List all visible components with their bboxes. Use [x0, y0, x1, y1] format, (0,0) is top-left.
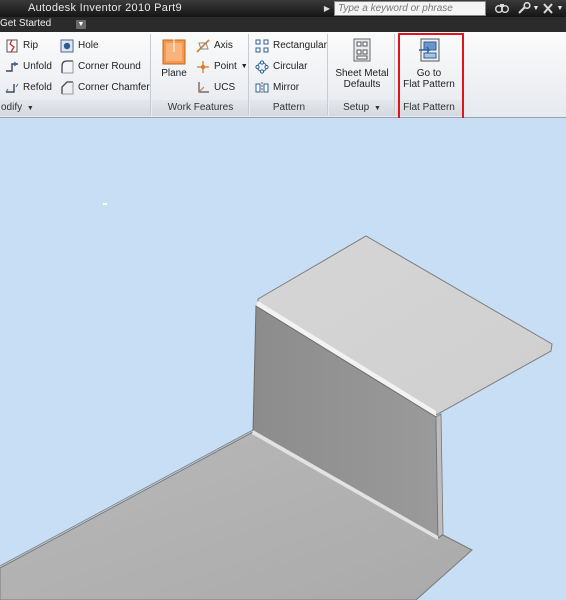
unfold-button[interactable]: Unfold	[5, 57, 52, 76]
go-to-flat-pattern-button[interactable]: Go to Flat Pattern	[398, 36, 460, 90]
rip-label: Rip	[23, 40, 39, 51]
unfold-label: Unfold	[23, 61, 52, 72]
rip-button[interactable]: Rip	[5, 36, 38, 55]
chevron-down-icon[interactable]: ▼	[76, 20, 86, 29]
panel-setup: Sheet Metal Defaults Setup ▼	[329, 32, 395, 117]
unfold-icon	[5, 60, 19, 74]
circular-pattern-icon	[255, 59, 269, 74]
corner-round-icon	[60, 59, 74, 74]
panel-label-setup[interactable]: Setup ▼	[329, 100, 395, 116]
circular-pattern-button[interactable]: Circular	[255, 57, 307, 76]
go-to-label-line2: Flat Pattern	[403, 79, 455, 90]
hole-icon	[60, 39, 74, 53]
dropdown-icon[interactable]: ▼	[552, 1, 566, 16]
plane-button[interactable]: Plane	[156, 36, 192, 79]
chevron-down-icon[interactable]: ▼	[241, 63, 248, 70]
chevron-down-icon: ▼	[372, 105, 381, 112]
panel-label-flat-pattern: Flat Pattern	[396, 100, 462, 116]
modify-label-text: odify	[1, 102, 23, 113]
panel-divider	[327, 34, 328, 115]
mirror-label: Mirror	[273, 82, 300, 93]
flat-pattern-icon	[415, 36, 443, 66]
mirror-icon	[255, 81, 269, 95]
sheet-metal-defaults-label-line1: Sheet Metal	[335, 68, 389, 79]
corner-round-button[interactable]: Corner Round	[60, 57, 141, 76]
panel-flat-pattern: Go to Flat Pattern Flat Pattern	[396, 32, 462, 117]
circular-label: Circular	[273, 61, 308, 72]
rectangular-label: Rectangular	[273, 40, 327, 51]
help-icon[interactable]	[494, 1, 510, 16]
refold-icon	[5, 81, 19, 95]
hole-label: Hole	[78, 40, 99, 51]
panel-divider	[248, 34, 249, 115]
point-label: Point	[214, 61, 237, 72]
tab-strip: Get Started ▼	[0, 17, 566, 32]
sheet-metal-defaults-button[interactable]: Sheet Metal Defaults	[331, 36, 393, 90]
mirror-button[interactable]: Mirror	[255, 78, 299, 97]
plane-icon	[160, 36, 188, 66]
window-title: Autodesk Inventor 2010 Part9	[28, 2, 182, 14]
setup-label-text: Setup	[343, 102, 370, 113]
refold-button[interactable]: Refold	[5, 78, 52, 97]
panel-label-modify[interactable]: odify ▼	[0, 100, 151, 116]
ucs-button[interactable]: UCS	[196, 78, 235, 97]
panel-label-pattern: Pattern	[250, 100, 328, 116]
corner-chamfer-label: Corner Chamfer	[78, 82, 150, 93]
sheet-metal-defaults-label-line2: Defaults	[343, 79, 381, 90]
point-icon	[196, 60, 210, 74]
search-expand-icon[interactable]: ▶	[322, 0, 332, 17]
plane-label: Plane	[161, 68, 187, 79]
ucs-icon	[196, 81, 210, 95]
sheet-metal-defaults-icon	[348, 36, 376, 66]
corner-chamfer-button[interactable]: Corner Chamfer	[60, 78, 150, 97]
rectangular-pattern-icon	[255, 39, 269, 53]
rip-icon	[5, 39, 19, 53]
corner-round-label: Corner Round	[78, 61, 141, 72]
tab-get-started[interactable]: Get Started	[0, 18, 51, 29]
panel-label-work-features: Work Features	[152, 100, 249, 116]
point-button[interactable]: Point ▼	[196, 57, 248, 76]
axis-button[interactable]: Axis	[196, 36, 233, 55]
refold-label: Refold	[23, 82, 52, 93]
panel-pattern: Rectangular Circular Mirror Pattern	[250, 32, 328, 117]
title-bar: Autodesk Inventor 2010 Part9 ▶ ▼ ▼	[0, 0, 566, 17]
axis-icon	[196, 38, 210, 53]
go-to-label-line1: Go to	[416, 68, 442, 79]
panel-modify: Rip Unfold Refold Hole Corner Round Corn…	[0, 32, 151, 117]
search-area: ▶ ▼ ▼	[322, 0, 566, 17]
corner-chamfer-icon	[60, 80, 74, 95]
rectangular-pattern-button[interactable]: Rectangular	[255, 36, 327, 55]
sheet-metal-part	[0, 203, 553, 600]
hole-button[interactable]: Hole	[60, 36, 99, 55]
ribbon: Rip Unfold Refold Hole Corner Round Corn…	[0, 32, 566, 118]
search-input[interactable]	[334, 1, 486, 16]
chevron-down-icon: ▼	[24, 105, 34, 112]
axis-label: Axis	[214, 40, 233, 51]
panel-divider	[394, 34, 395, 115]
origin-marker	[103, 203, 107, 205]
ucs-label: UCS	[214, 82, 236, 93]
panel-divider	[150, 34, 151, 115]
model-viewport[interactable]	[0, 118, 566, 600]
panel-work-features: Plane Axis Point ▼ UCS Work Features	[152, 32, 249, 117]
